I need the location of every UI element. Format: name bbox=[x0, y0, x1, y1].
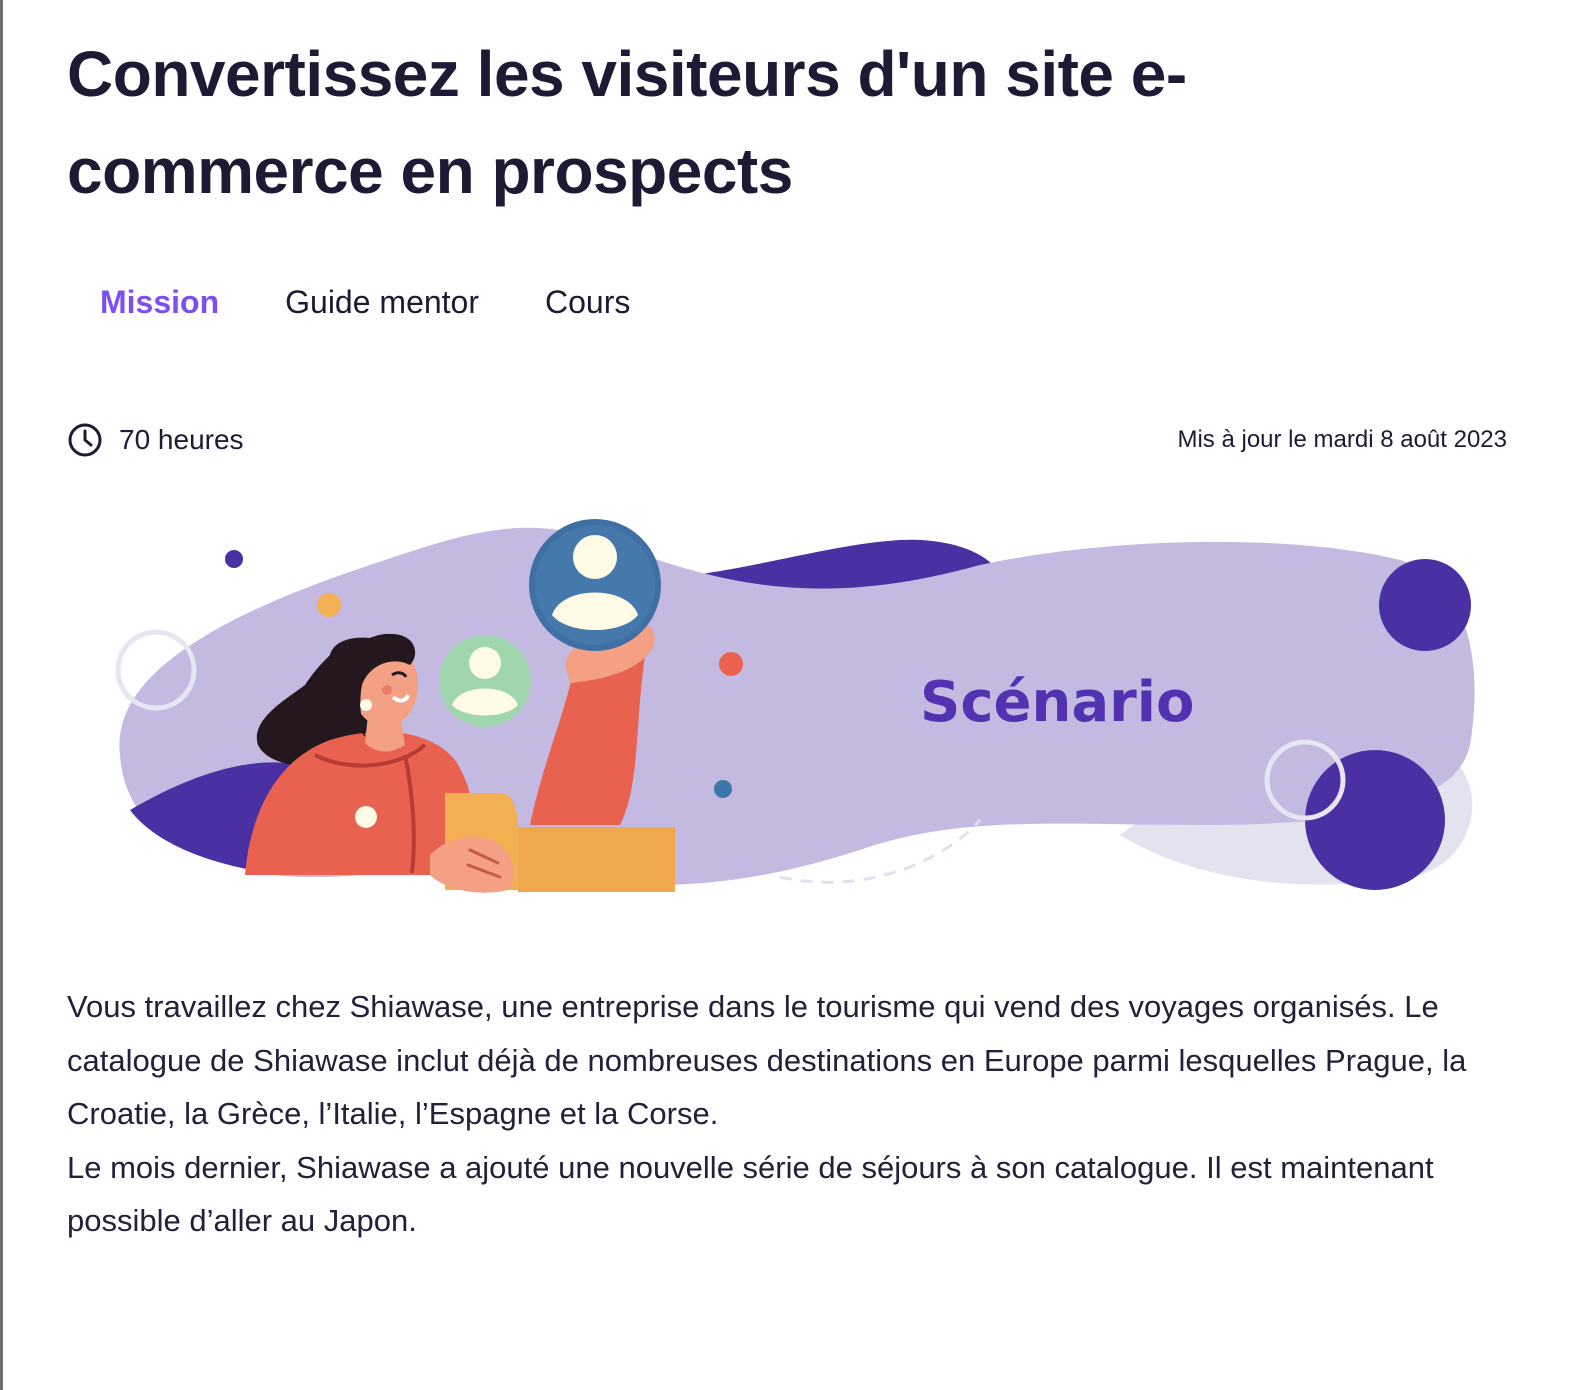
clock-icon bbox=[67, 422, 103, 458]
course-meta: 70 heures Mis à jour le mardi 8 août 202… bbox=[67, 420, 1507, 460]
tab-cours[interactable]: Cours bbox=[512, 276, 663, 328]
tab-mission[interactable]: Mission bbox=[67, 276, 252, 328]
tab-bar: Mission Guide mentor Cours bbox=[67, 276, 663, 328]
scenario-banner: Scénario bbox=[100, 505, 1490, 925]
scenario-illustration bbox=[115, 519, 1475, 893]
banner-title: Scénario bbox=[920, 670, 1195, 735]
duration: 70 heures bbox=[67, 420, 244, 460]
page-title: Convertissez les visiteurs d'un site e-c… bbox=[67, 38, 1187, 207]
tab-guide-mentor[interactable]: Guide mentor bbox=[252, 276, 512, 328]
paragraph: Le mois dernier, Shiawase a ajouté une n… bbox=[67, 1149, 1434, 1239]
scenario-description: Vous travaillez chez Shiawase, une entre… bbox=[67, 980, 1487, 1248]
paragraph: Vous travaillez chez Shiawase, une entre… bbox=[67, 989, 1467, 1131]
updated-date: Mis à jour le mardi 8 août 2023 bbox=[1177, 426, 1507, 453]
duration-label: 70 heures bbox=[119, 424, 244, 455]
window-edge bbox=[0, 0, 3, 1390]
